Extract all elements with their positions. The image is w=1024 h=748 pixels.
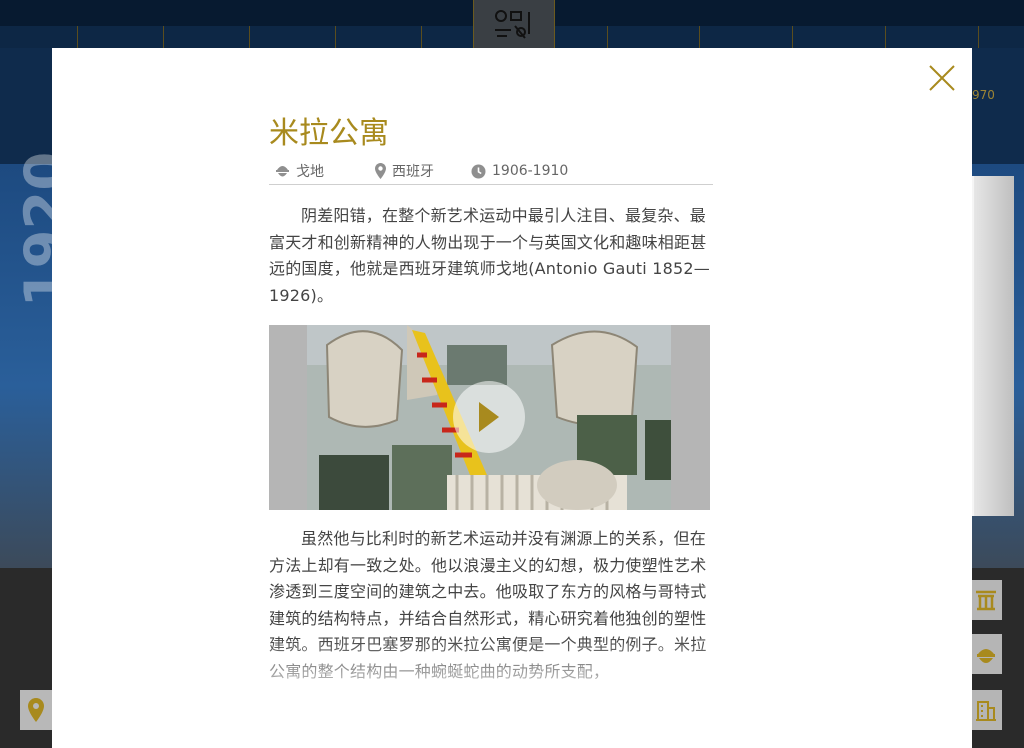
play-button[interactable]: [453, 381, 525, 453]
map-pin-icon: [375, 163, 386, 179]
building-meta: 戈地 西班牙 1906-1910: [269, 158, 713, 185]
video-player[interactable]: [269, 325, 710, 510]
clock-icon: [471, 164, 486, 178]
column-icon: [976, 590, 996, 611]
meta-country: 西班牙: [375, 161, 471, 181]
architect-icon: [977, 649, 995, 663]
scroll-fade: [52, 638, 972, 748]
timeline-year-label[interactable]: 970: [972, 88, 995, 102]
country-name: 西班牙: [392, 164, 434, 180]
building-title: 米拉公寓: [269, 116, 389, 151]
background-photo: [972, 176, 1014, 516]
building-icon: [976, 701, 996, 721]
building-filter-button[interactable]: [970, 690, 1002, 730]
site-logo[interactable]: [473, 0, 555, 48]
building-detail-modal: 米拉公寓 戈地 西班牙 1906-1910 阴差阳错，在整个新艺术运动中最引人注…: [52, 48, 972, 748]
author-name: 戈地: [296, 164, 324, 180]
architect-icon: [276, 166, 289, 177]
modal-content: 米拉公寓 戈地 西班牙 1906-1910 阴差阳错，在整个新艺术运动中最引人注…: [269, 114, 713, 685]
intro-paragraph: 阴差阳错，在整个新艺术运动中最引人注目、最复杂、最富天才和创新精神的人物出现于一…: [269, 206, 710, 305]
play-icon: [479, 402, 499, 432]
tools-logo-icon: [495, 10, 530, 39]
close-button[interactable]: [928, 64, 956, 92]
period-text: 1906-1910: [492, 163, 569, 179]
meta-period: 1906-1910: [471, 163, 568, 179]
style-filter-button[interactable]: [970, 580, 1002, 620]
architect-filter-button[interactable]: [970, 634, 1002, 674]
location-filter-button[interactable]: [20, 690, 52, 730]
meta-author: 戈地: [275, 161, 375, 181]
map-pin-icon: [28, 698, 44, 722]
close-icon: [929, 65, 955, 91]
